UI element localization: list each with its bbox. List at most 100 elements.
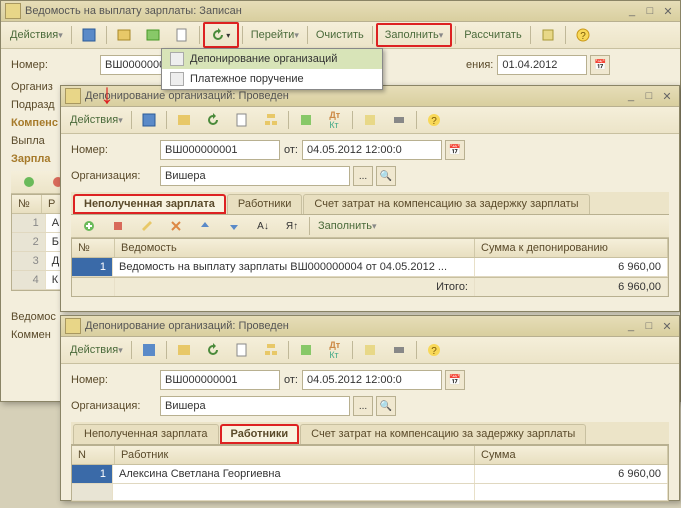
grid-up[interactable]	[191, 215, 219, 237]
date-field[interactable]: 04.05.2012 12:00:0	[302, 370, 442, 390]
grid-add[interactable]	[75, 215, 103, 237]
tb-print[interactable]	[385, 109, 413, 131]
tb-save[interactable]	[135, 339, 163, 361]
grid-x[interactable]	[162, 215, 190, 237]
arrow-indicator: ↓	[100, 78, 114, 110]
label-number: Номер:	[71, 144, 156, 156]
tb-refresh[interactable]	[199, 109, 227, 131]
window-title: Депонирование организаций: Проведен	[85, 90, 621, 102]
actions-menu[interactable]: Действия	[65, 340, 128, 360]
tabs: Неполученная зарплата Работники Счет зат…	[71, 422, 669, 445]
org-field[interactable]: Вишера	[160, 166, 350, 186]
col-vedomost: Ведомость	[115, 239, 475, 257]
tb-print[interactable]	[385, 339, 413, 361]
tabs: Неполученная зарплата Работники Счет зат…	[71, 192, 669, 215]
tb-refresh[interactable]	[199, 339, 227, 361]
highlight-refresh: ▾	[203, 22, 239, 48]
grid-vedomost: № Ведомость Сумма к депонированию 1 Ведо…	[71, 238, 669, 297]
tb-doc[interactable]	[168, 24, 196, 46]
table-row[interactable]: 1 Ведомость на выплату зарплаты ВШ000000…	[72, 258, 668, 277]
tb-save[interactable]	[135, 109, 163, 131]
tb-ok[interactable]	[170, 109, 198, 131]
label-number: Номер:	[71, 374, 156, 386]
col-summa: Сумма	[475, 446, 668, 464]
search-button[interactable]: 🔍	[376, 396, 396, 416]
dd-platezhnoe[interactable]: Платежное поручение	[162, 69, 382, 89]
tb-report[interactable]	[356, 109, 384, 131]
tb-doc[interactable]	[228, 109, 256, 131]
minimize-button[interactable]: _	[624, 4, 640, 18]
dd-deponirovanie[interactable]: Депонирование организаций	[162, 49, 382, 69]
tb-doc[interactable]	[228, 339, 256, 361]
date-picker-button[interactable]: 📅	[445, 370, 465, 390]
maximize-button[interactable]: □	[642, 4, 658, 18]
tb-struct[interactable]	[257, 109, 285, 131]
select-button[interactable]: ...	[353, 166, 373, 186]
minimize-button[interactable]: _	[623, 319, 639, 333]
on-date-field[interactable]: 01.04.2012	[497, 55, 587, 75]
close-button[interactable]: ✕	[659, 89, 675, 103]
doc-icon	[5, 3, 21, 19]
tb-help[interactable]: ?	[569, 24, 597, 46]
tab-rabotniki[interactable]: Работники	[227, 194, 302, 214]
svg-text:?: ?	[580, 31, 586, 42]
tb-ok[interactable]	[110, 24, 138, 46]
calc-link[interactable]: Рассчитать	[459, 25, 526, 45]
date-picker-button[interactable]: 📅	[445, 140, 465, 160]
label-on: ения:	[466, 59, 493, 71]
doc-icon	[170, 72, 184, 86]
total-value: 6 960,00	[475, 278, 668, 296]
actions-menu[interactable]: Действия	[5, 25, 68, 45]
grid-sort-up[interactable]: А↓	[249, 215, 277, 237]
tb-help[interactable]: ?	[420, 109, 448, 131]
tab-nepoluchennaya[interactable]: Неполученная зарплата	[73, 194, 226, 214]
search-button[interactable]: 🔍	[376, 166, 396, 186]
tb-post[interactable]	[292, 109, 320, 131]
grid-add[interactable]	[15, 171, 43, 193]
minimize-button[interactable]: _	[623, 89, 639, 103]
maximize-button[interactable]: □	[641, 319, 657, 333]
select-button[interactable]: ...	[353, 396, 373, 416]
tab-nepoluchennaya[interactable]: Неполученная зарплата	[73, 424, 219, 444]
clear-link[interactable]: Очистить	[311, 25, 369, 45]
number-field[interactable]: ВШ000000001	[160, 370, 280, 390]
tb-post[interactable]	[139, 24, 167, 46]
grid-del[interactable]	[104, 215, 132, 237]
toolbar: Действия ДтКт ?	[61, 337, 679, 364]
toolbar: Действия ▾ Перейти Очистить Заполнить Ра…	[1, 22, 680, 49]
date-field[interactable]: 04.05.2012 12:00:0	[302, 140, 442, 160]
actions-menu[interactable]: Действия	[65, 110, 128, 130]
table-row[interactable]: 1 Алексина Светлана Георгиевна 6 960,00	[72, 465, 668, 484]
close-button[interactable]: ✕	[659, 319, 675, 333]
label-from: от:	[284, 374, 298, 386]
tb-ok[interactable]	[170, 339, 198, 361]
maximize-button[interactable]: □	[641, 89, 657, 103]
tb-post[interactable]	[292, 339, 320, 361]
tab-schet[interactable]: Счет затрат на компенсацию за задержку з…	[303, 194, 589, 214]
date-picker-button[interactable]: 📅	[590, 55, 610, 75]
tb-refresh[interactable]: ▾	[207, 24, 235, 46]
number-field[interactable]: ВШ000000001	[160, 140, 280, 160]
tb-report[interactable]	[534, 24, 562, 46]
tb-dk[interactable]: ДтКт	[321, 339, 349, 361]
tb-struct[interactable]	[257, 339, 285, 361]
grid-down[interactable]	[220, 215, 248, 237]
tab-schet[interactable]: Счет затрат на компенсацию за задержку з…	[300, 424, 586, 444]
org-field[interactable]: Вишера	[160, 396, 350, 416]
grid-edit[interactable]	[133, 215, 161, 237]
svg-text:?: ?	[431, 116, 437, 127]
window-title: Депонирование организаций: Проведен	[85, 320, 621, 332]
col-summa: Сумма к депонированию	[475, 239, 668, 257]
close-button[interactable]: ✕	[660, 4, 676, 18]
titlebar: Депонирование организаций: Проведен _ □ …	[61, 316, 679, 337]
grid-fill[interactable]: Заполнить	[313, 216, 382, 236]
tb-dk[interactable]: ДтКт	[321, 109, 349, 131]
tab-rabotniki[interactable]: Работники	[220, 424, 300, 444]
grid-sort-down[interactable]: Я↑	[278, 215, 306, 237]
col-rabotnik: Работник	[115, 446, 475, 464]
fill-menu[interactable]: Заполнить	[380, 25, 449, 45]
tb-save[interactable]	[75, 24, 103, 46]
tb-report[interactable]	[356, 339, 384, 361]
tb-help[interactable]: ?	[420, 339, 448, 361]
goto-menu[interactable]: Перейти	[246, 25, 304, 45]
